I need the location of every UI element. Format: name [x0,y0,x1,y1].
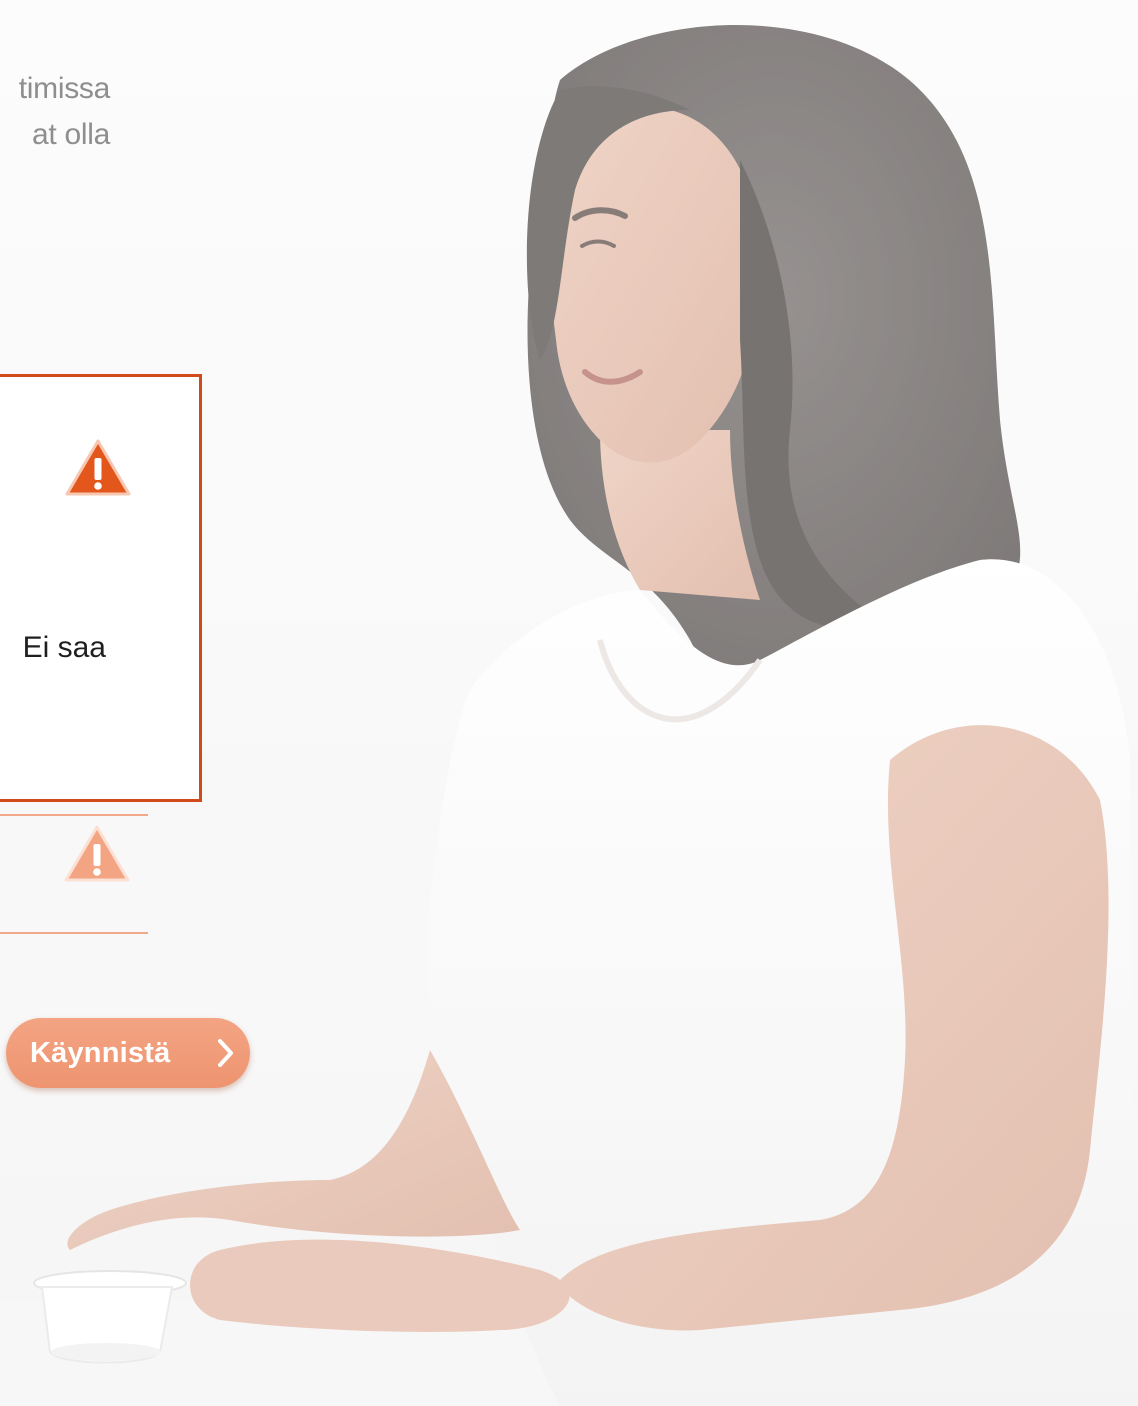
start-button-label: Käynnistä [30,1036,171,1069]
warning-icon [64,825,130,882]
screen: timissa at olla Ei saa Käynnistä [0,0,1138,1406]
intro-line-1: timissa [18,72,111,105]
divider-bottom [0,932,148,934]
warning-icon [65,439,131,496]
warning-text: Ei saa [22,631,106,664]
start-button[interactable]: Käynnistä [6,1018,250,1088]
divider-top [0,814,148,816]
intro-line-2: at olla [32,118,110,151]
chevron-right-icon [218,1039,233,1067]
intro-text: timissa at olla [0,66,111,158]
